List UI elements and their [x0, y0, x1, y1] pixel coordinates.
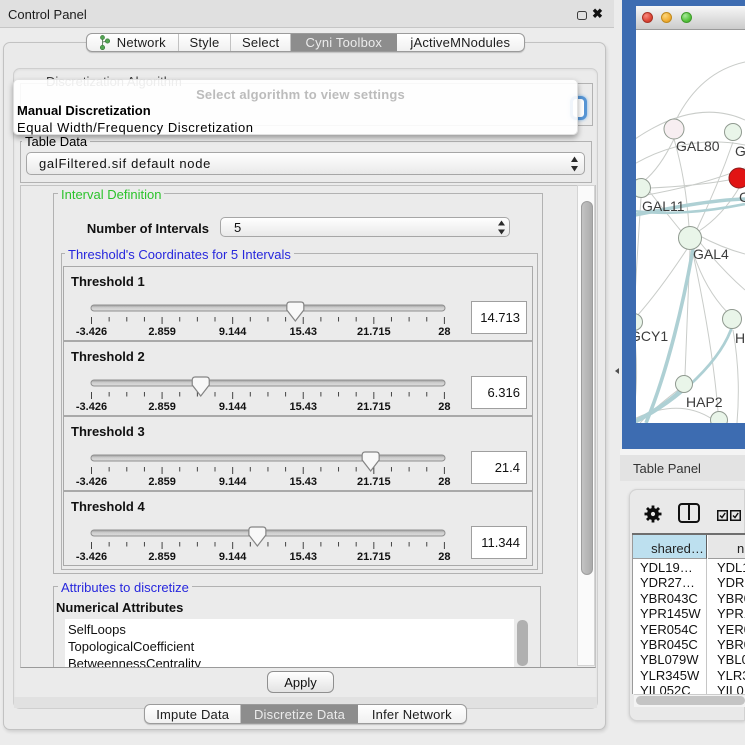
- svg-text:15.43: 15.43: [289, 401, 317, 413]
- svg-text:-3.426: -3.426: [76, 476, 107, 488]
- svg-text:9.144: 9.144: [219, 326, 247, 338]
- svg-text:9.144: 9.144: [219, 401, 247, 413]
- svg-text:2.859: 2.859: [148, 401, 176, 413]
- svg-text:21.715: 21.715: [357, 401, 391, 413]
- svg-text:-3.426: -3.426: [76, 326, 107, 338]
- svg-text:C: C: [739, 189, 745, 205]
- svg-text:GAL11: GAL11: [642, 198, 685, 214]
- svg-text:-3.426: -3.426: [76, 401, 107, 413]
- svg-text:21.715: 21.715: [357, 551, 391, 563]
- svg-text:2.859: 2.859: [148, 326, 176, 338]
- svg-text:9.144: 9.144: [219, 551, 247, 563]
- svg-text:GAL80: GAL80: [676, 138, 720, 154]
- svg-text:2.859: 2.859: [148, 476, 176, 488]
- svg-text:GCY1: GCY1: [636, 328, 668, 344]
- svg-text:H: H: [735, 330, 745, 346]
- svg-text:GAL4: GAL4: [693, 246, 729, 262]
- svg-text:21.715: 21.715: [357, 476, 391, 488]
- svg-text:15.43: 15.43: [289, 476, 317, 488]
- svg-text:GA: GA: [735, 143, 745, 159]
- svg-text:9.144: 9.144: [219, 476, 247, 488]
- svg-text:2.859: 2.859: [148, 551, 176, 563]
- svg-text:15.43: 15.43: [289, 551, 317, 563]
- svg-text:28: 28: [438, 401, 450, 413]
- svg-text:15.43: 15.43: [289, 326, 317, 338]
- svg-text:-3.426: -3.426: [76, 551, 107, 563]
- svg-text:28: 28: [438, 551, 450, 563]
- svg-text:21.715: 21.715: [357, 326, 391, 338]
- svg-text:HAP2: HAP2: [686, 394, 723, 410]
- svg-text:28: 28: [438, 476, 450, 488]
- svg-text:28: 28: [438, 326, 450, 338]
